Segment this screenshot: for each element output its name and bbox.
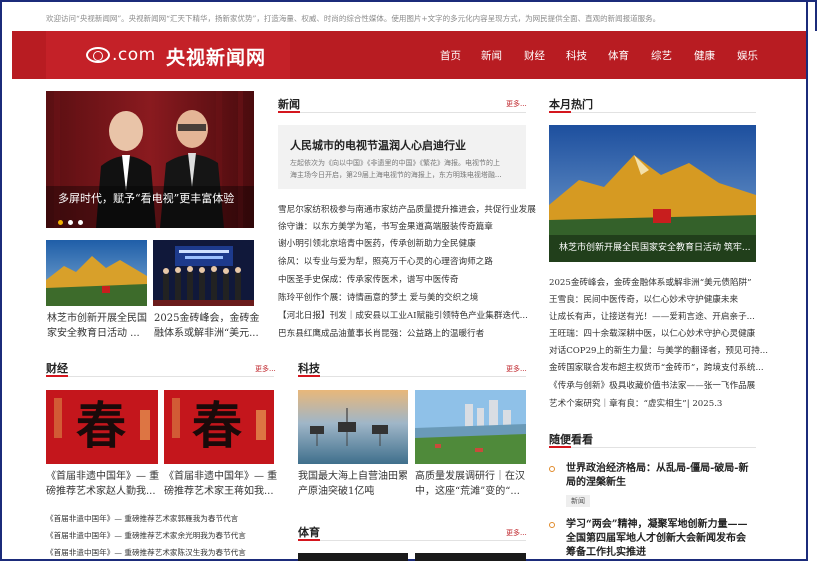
- hot-item[interactable]: 2025金砖峰会，金砖金融体系或解非洲“美元债陷阱”: [549, 277, 752, 289]
- news-section-title: 新闻: [278, 98, 300, 111]
- tech-card-caption-2[interactable]: 高质量发展调研行｜在汉 中，这座“荒滩”变的“...: [415, 469, 525, 499]
- nav-finance[interactable]: 财经: [524, 48, 545, 63]
- random-item-tag[interactable]: 新闻: [566, 495, 590, 507]
- news-item[interactable]: 谢小明引领北京培青中医药，传承创新助力全民健康: [278, 238, 476, 250]
- news-item[interactable]: 雪尼尔家纺积极参与南通市家纺产品质量提升推进会，共促行业发展: [278, 204, 536, 216]
- logo-title: 央视新闻网: [166, 47, 267, 69]
- hot-item[interactable]: 艺术个案研究｜章有良：“虚实相生”| 2025.3: [549, 398, 722, 410]
- top-navbar: .com 央视新闻网 首页 新闻 财经 科技 体育 综艺 健康 娱乐: [12, 31, 817, 79]
- sports-divider: [298, 540, 526, 541]
- tech-card-caption-1[interactable]: 我国最大海上自营油田累 产原油突破1亿吨: [298, 469, 408, 499]
- hot-item[interactable]: 王旺瑞：四十余载深耕中医，以仁心妙术守护心灵健康: [549, 328, 755, 340]
- poster-char: 春: [192, 396, 242, 455]
- slider-dots: [58, 210, 88, 229]
- finance-card-image-2[interactable]: 春: [164, 390, 274, 464]
- page-right-margin: [807, 31, 817, 561]
- random-title-underline: [549, 446, 571, 448]
- news-item[interactable]: 陈玲平创作个展：诗情画意的梦土 爱与美的交织之境: [278, 292, 478, 304]
- hot-item[interactable]: 对话COP29上的新生力量：与美学的翻译者，预见可持...: [549, 345, 768, 357]
- tech-title-underline: [298, 375, 320, 377]
- nav-home[interactable]: 首页: [440, 48, 461, 63]
- slider-caption: 多屏时代，赋予“看电视”更丰富体验: [58, 192, 235, 205]
- featured-news[interactable]: 人民城市的电视节温润人心启迪行业 左起依次为《向以中国》《非遗里的中国》《繁花》…: [278, 125, 526, 189]
- tech-section-title: 科技: [298, 362, 320, 375]
- sports-card-image-2[interactable]: [415, 553, 526, 561]
- hot-item[interactable]: 《传承与创新》极具收藏价值书法家——张一飞作品展: [549, 380, 755, 392]
- tech-card-image-city[interactable]: [415, 390, 526, 464]
- news-item[interactable]: 【河北日报】刊发｜成安县以工业AI赋能引领特色产业集群迭代...: [278, 310, 528, 322]
- news-divider: [278, 112, 526, 113]
- hot-item[interactable]: 让成长有声，让接送有光！——爱莉言途、开启亲子...: [549, 311, 755, 323]
- finance-divider: [46, 376, 274, 377]
- featured-news-summary: 左起依次为《向以中国》《非遗里的中国》《繁花》海报。电视节的上 海主场今日开启，第…: [290, 159, 502, 179]
- hot-item[interactable]: 王雪良：民间中医传奇，以仁心妙术守护健康未来: [549, 294, 738, 306]
- finance-list-item[interactable]: 《首届非遗中国年》— 重磅推荐艺术家余光明我为春节代言: [46, 530, 246, 542]
- finance-title-underline: [46, 375, 68, 377]
- sports-card-image-1[interactable]: [298, 553, 408, 561]
- slider-dot-1[interactable]: [58, 220, 63, 225]
- finance-section-title: 财经: [46, 362, 68, 375]
- cctv-logo: .com: [86, 45, 156, 65]
- news-item[interactable]: 中医圣手史保成：传承家传医术，谱写中医传奇: [278, 274, 458, 286]
- news-item[interactable]: 巴东县红鹰成品油董事长肖昆强：公益路上的温暖行者: [278, 328, 484, 340]
- thumb-caption-1[interactable]: 林芝市创新开展全民国 家安全教育日活动 ...: [47, 311, 151, 341]
- hot-divider: [549, 112, 756, 113]
- tech-more-link[interactable]: 更多...: [506, 364, 527, 374]
- random-item-title[interactable]: 世界政治经济格局：从乱局-僵局-破局-新 局的涅槃新生: [566, 462, 748, 490]
- sports-more-link[interactable]: 更多...: [506, 528, 527, 538]
- finance-card-caption-2[interactable]: 《首届非遗中国年》— 重磅推荐艺术家王蒋如我...: [164, 469, 277, 499]
- hot-image-caption: 林芝市创新开展全民国家安全教育日活动 筑牢...: [559, 243, 751, 253]
- hot-section-title: 本月热门: [549, 98, 593, 111]
- nav-variety[interactable]: 综艺: [651, 48, 672, 63]
- hot-title-underline: [549, 111, 571, 113]
- sports-section-title: 体育: [298, 526, 320, 539]
- logo-domain: .com: [112, 45, 156, 65]
- thumb-image-launch-ceremony[interactable]: [153, 240, 254, 306]
- logo-area[interactable]: .com 央视新闻网: [46, 31, 290, 79]
- cctv-logo-icon: [86, 47, 110, 63]
- nav-entertainment[interactable]: 娱乐: [737, 48, 758, 63]
- nav-news[interactable]: 新闻: [481, 48, 502, 63]
- hot-image[interactable]: 林芝市创新开展全民国家安全教育日活动 筑牢...: [549, 125, 756, 262]
- tech-divider: [298, 376, 526, 377]
- slider-image[interactable]: 多屏时代，赋予“看电视”更丰富体验: [46, 91, 254, 228]
- poster-char: 春: [76, 396, 126, 455]
- slider-dot-2[interactable]: [68, 220, 73, 225]
- tech-card-image-oilfield[interactable]: [298, 390, 408, 464]
- site-intro-text: 欢迎访问“央视新闻网”。央视新闻网“汇天下精华，扬新家优势”，打造海量、权威、时…: [46, 14, 661, 23]
- nav-sports[interactable]: 体育: [608, 48, 629, 63]
- news-item[interactable]: 徐风：以专业与爱为犁，照亮万千心灵的心理咨询师之路: [278, 256, 493, 268]
- finance-list-item[interactable]: 《首届非遗中国年》— 重磅推荐艺术家郭雁我为春节代言: [46, 513, 238, 525]
- nav-health[interactable]: 健康: [694, 48, 715, 63]
- featured-news-title[interactable]: 人民城市的电视节温润人心启迪行业: [290, 137, 466, 153]
- finance-list-item[interactable]: 《首届非遗中国年》— 重磅推荐艺术家陈汉生我为春节代言: [46, 547, 246, 559]
- sports-title-underline: [298, 539, 320, 541]
- bullet-icon: [549, 522, 555, 528]
- slider-dot-3[interactable]: [78, 220, 83, 225]
- news-more-link[interactable]: 更多...: [506, 99, 527, 109]
- thumb-caption-2[interactable]: 2025金砖峰会，金砖金 融体系或解非洲“美元...: [154, 311, 259, 341]
- random-section-title: 随便看看: [549, 433, 593, 446]
- frame-right-edge: [806, 0, 808, 561]
- thumb-image-mountain[interactable]: [46, 240, 147, 306]
- nav-tech[interactable]: 科技: [566, 48, 587, 63]
- bullet-icon: [549, 466, 555, 472]
- finance-more-link[interactable]: 更多...: [255, 364, 276, 374]
- finance-card-image-1[interactable]: 春: [46, 390, 158, 464]
- random-item-title[interactable]: 学习“两会”精神，凝聚军地创新力量—— 全国第四届军地人才创新大会新闻发布会 筹备工…: [566, 518, 748, 560]
- finance-card-caption-1[interactable]: 《首届非遗中国年》— 重磅推荐艺术家赵人勤我...: [46, 469, 159, 499]
- random-divider: [549, 447, 756, 448]
- hot-item[interactable]: 金砖国家联合发布超主权货币“金砖币”，跨境支付系统...: [549, 362, 764, 374]
- news-item[interactable]: 徐守谦：以东方美学为笔，书写金果道高端服装传奇篇章: [278, 221, 493, 233]
- news-title-underline: [278, 111, 300, 113]
